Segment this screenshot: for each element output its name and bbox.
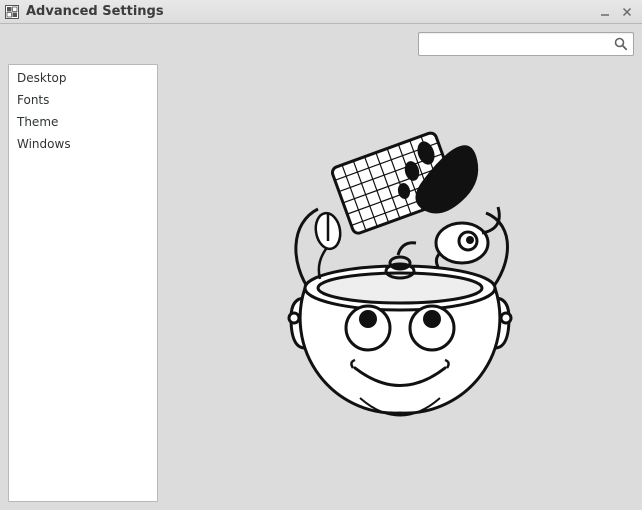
sidebar-item-desktop[interactable]: Desktop [9,67,157,89]
app-icon [4,4,20,20]
sidebar-item-label: Fonts [17,93,49,107]
sidebar: Desktop Fonts Theme Windows [8,64,158,502]
sidebar-item-label: Windows [17,137,71,151]
sidebar-item-windows[interactable]: Windows [9,133,157,155]
search-icon [613,36,629,52]
sidebar-item-theme[interactable]: Theme [9,111,157,133]
search-input[interactable] [425,36,613,52]
minimize-button[interactable] [596,3,614,21]
sidebar-item-label: Desktop [17,71,67,85]
sidebar-item-fonts[interactable]: Fonts [9,89,157,111]
gnome-tweak-mascot-image [250,113,550,453]
toolbar [0,24,642,64]
titlebar: Advanced Settings [0,0,642,24]
search-field[interactable] [418,32,634,56]
window-title: Advanced Settings [26,4,164,19]
close-button[interactable] [618,3,636,21]
sidebar-item-label: Theme [17,115,58,129]
main-area: Desktop Fonts Theme Windows [0,64,642,510]
content-pane [166,64,634,502]
